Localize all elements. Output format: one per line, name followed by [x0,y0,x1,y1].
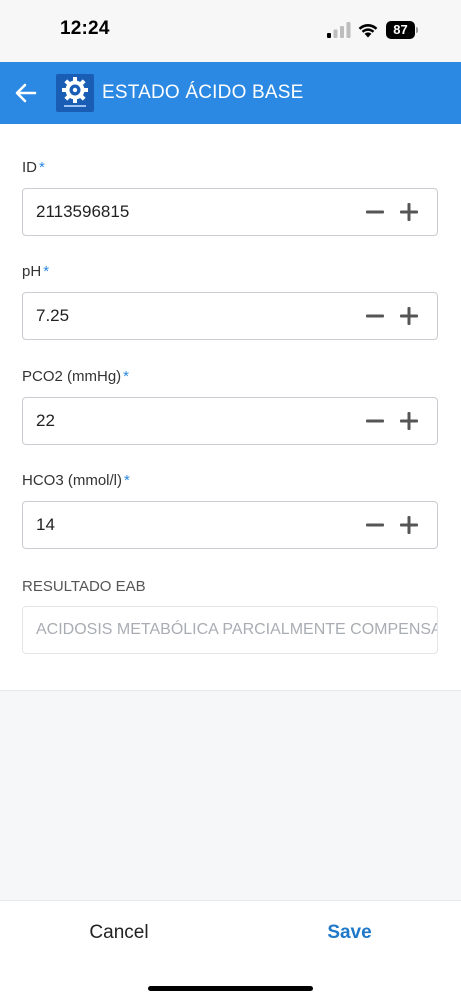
id-value[interactable]: 2113596815 [36,189,129,235]
result-label: RESULTADO EAB [22,578,146,595]
hco3-field[interactable]: 14 [22,501,438,549]
id-field[interactable]: 2113596815 [22,188,438,236]
gear-logo-icon [62,77,88,107]
home-area [0,964,461,1000]
minus-icon[interactable] [363,409,387,433]
status-bar: 12:24 87 [0,0,461,62]
pco2-label: PCO2 (mmHg) * [22,368,130,385]
form-card: ID * 2113596815 pH * 7.25 PCO2 (mmHg) * 22 … [0,124,461,691]
minus-icon[interactable] [363,513,387,537]
hco3-value[interactable]: 14 [36,502,55,548]
save-button[interactable]: Save [238,901,461,964]
plus-icon[interactable] [397,304,421,328]
minus-icon[interactable] [363,200,387,224]
result-value: ACIDOSIS METABÓLICA PARCIALMENTE COMPENS… [36,621,438,638]
wifi-icon [358,24,378,38]
ph-field[interactable]: 7.25 [22,292,438,340]
battery-level: 87 [393,22,408,37]
ph-label: pH * [22,263,50,280]
pco2-field[interactable]: 22 [22,397,438,445]
app-logo [56,74,94,112]
cellular-signal-icon [327,22,351,38]
plus-icon[interactable] [397,409,421,433]
ph-value[interactable]: 7.25 [36,293,69,339]
cancel-button[interactable]: Cancel [0,901,238,964]
plus-icon[interactable] [397,200,421,224]
page-title: ESTADO ÁCIDO BASE [102,82,304,103]
home-indicator[interactable] [148,986,313,991]
back-arrow-icon[interactable] [12,79,40,107]
plus-icon[interactable] [397,513,421,537]
app-bar: ESTADO ÁCIDO BASE [0,62,461,124]
pco2-value[interactable]: 22 [36,398,55,444]
battery-tip [416,27,418,33]
result-field: ACIDOSIS METABÓLICA PARCIALMENTE COMPENS… [22,606,438,654]
battery-indicator: 87 [386,21,418,39]
status-time: 12:24 [60,18,110,39]
action-bar: Cancel Save [0,900,461,965]
hco3-label: HCO3 (mmol/l) * [22,472,130,489]
minus-icon[interactable] [363,304,387,328]
id-label: ID * [22,159,45,176]
